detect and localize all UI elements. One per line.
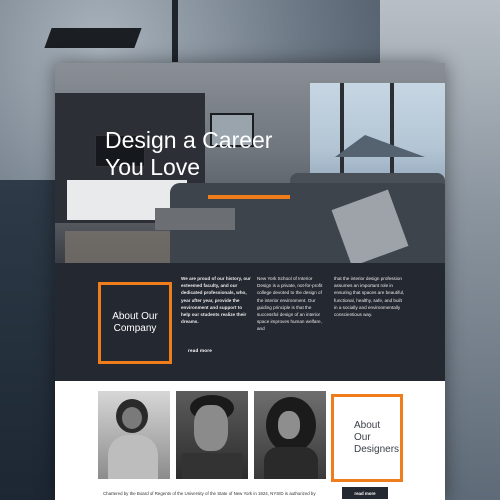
website-page: Design a Career You Love About Our Compa… [55, 63, 445, 500]
hero-title-line2: You Love [105, 154, 201, 180]
designer-face [278, 411, 300, 439]
designer-photo [176, 391, 248, 479]
designer-body [182, 453, 242, 479]
hero-title-line1: Design a Career [105, 127, 273, 153]
ceiling-fixture [44, 28, 142, 48]
hero-coffee-table [155, 208, 235, 230]
ceiling-pole [172, 0, 178, 62]
about-heading-line1: About Our [112, 311, 158, 322]
about-heading-line2: Company [113, 323, 157, 334]
background-left-panel [0, 180, 60, 500]
about-company-heading-box: About Our Company [98, 282, 172, 364]
designers-heading-line1: About [354, 420, 381, 431]
charter-text: Chartered by the Board of Regents of the… [103, 491, 316, 496]
about-company-section: About Our Company We are proud of our hi… [55, 263, 445, 381]
hero-mountain [335, 135, 425, 157]
about-column-1: We are proud of our history, our esteeme… [181, 276, 251, 325]
about-column-3: that the interior design profession assu… [334, 276, 405, 318]
designer-face [194, 405, 228, 451]
designers-heading-line3: Designers [354, 444, 400, 455]
about-designers-heading-box: About Our Designers [331, 394, 403, 482]
designer-body [108, 435, 158, 479]
designer-photo [98, 391, 170, 479]
about-designers-section: About Our Designers Chartered by the Boa… [55, 381, 445, 500]
hero-section: Design a Career You Love [55, 63, 445, 263]
designers-heading-line2: Our [354, 432, 371, 443]
about-company-heading: About Our Company [112, 311, 158, 335]
designer-body [264, 447, 318, 479]
hero-title: Design a Career You Love [105, 127, 305, 181]
designer-photo [254, 391, 326, 479]
about-column-2: New York School of Interior Design is a … [257, 276, 323, 332]
designers-read-more-button[interactable]: read more [342, 487, 388, 499]
hero-accent-bar [208, 195, 290, 199]
designer-face [122, 407, 142, 429]
about-designers-heading: About Our Designers [334, 420, 399, 456]
about-read-more-link[interactable]: read more [188, 348, 212, 353]
